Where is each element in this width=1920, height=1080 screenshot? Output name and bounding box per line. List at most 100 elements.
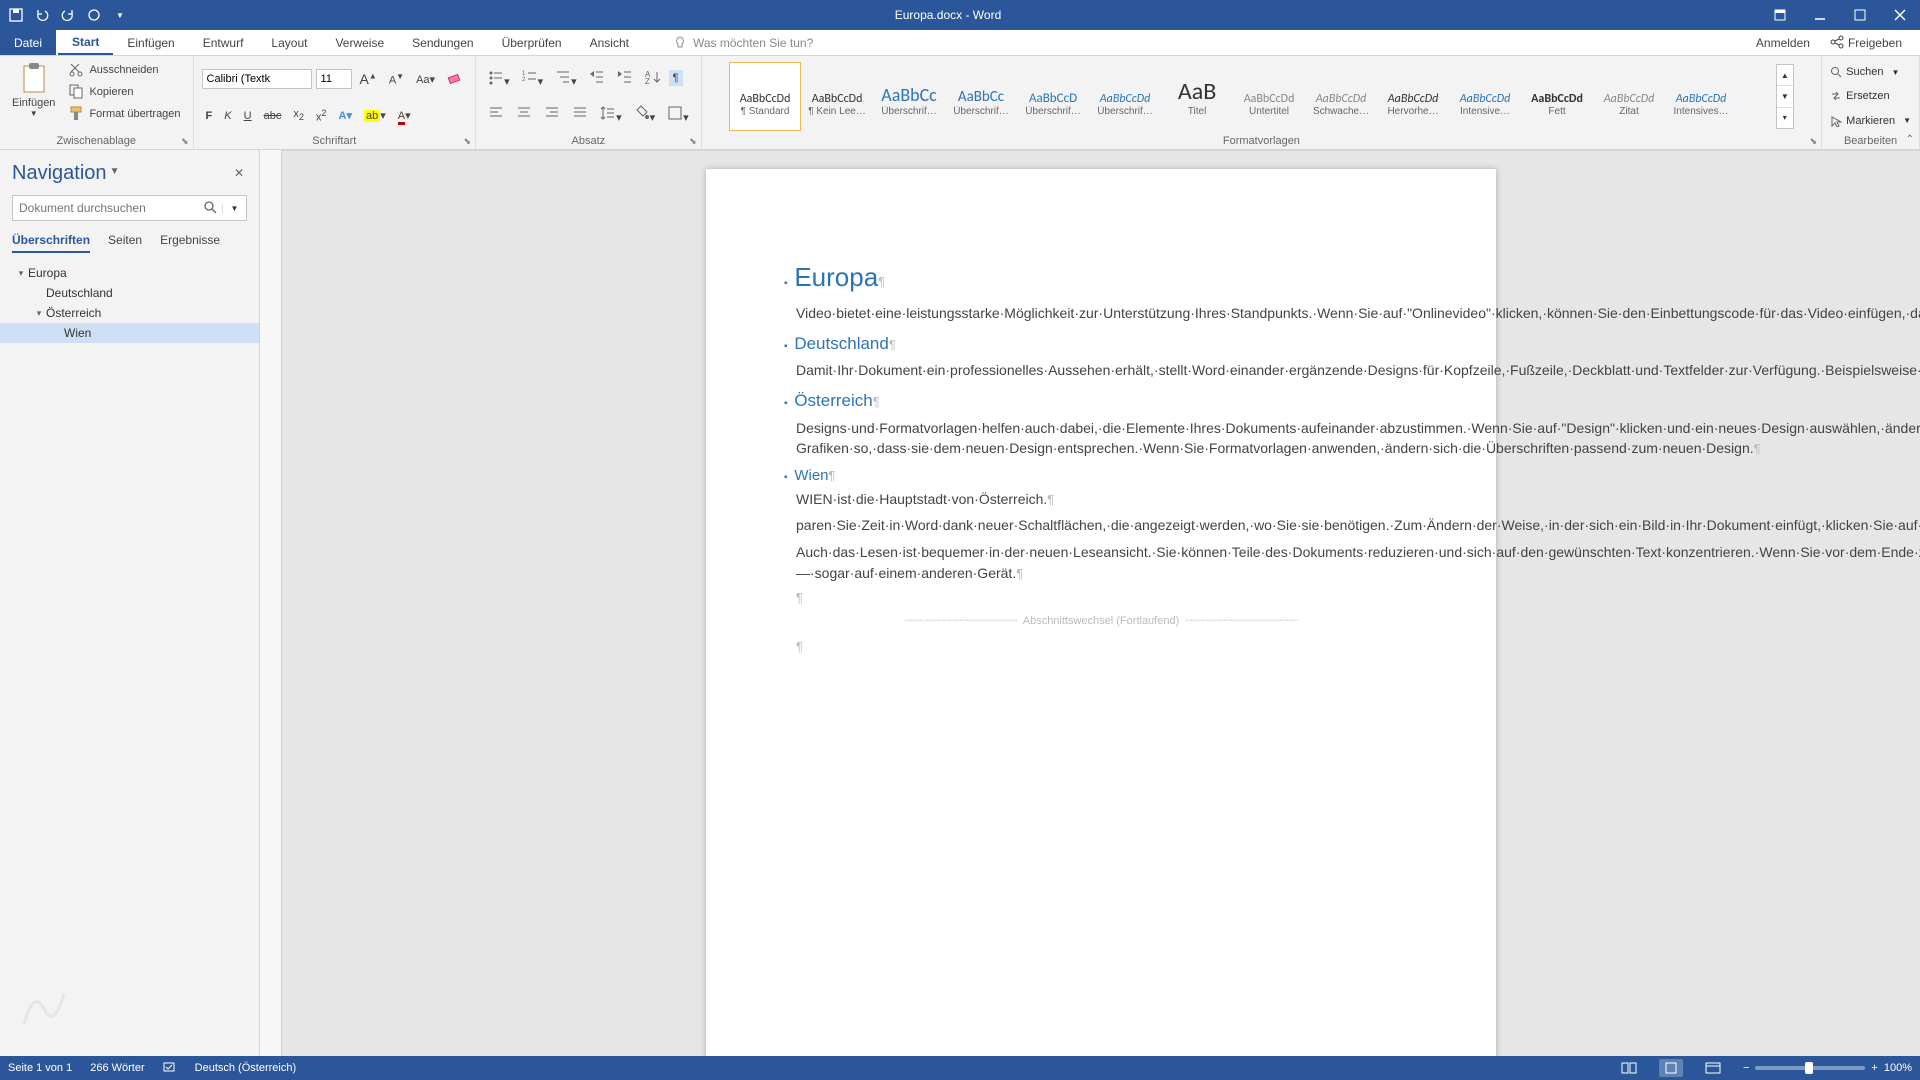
nav-tree-node[interactable]: Wien [0, 323, 259, 343]
status-words[interactable]: 266 Wörter [90, 1062, 144, 1074]
horizontal-ruler[interactable] [282, 150, 1920, 151]
zoom-out-button[interactable]: − [1743, 1062, 1749, 1074]
increase-indent-button[interactable] [613, 67, 637, 90]
zoom-level[interactable]: 100% [1884, 1062, 1912, 1074]
status-language[interactable]: Deutsch (Österreich) [195, 1062, 296, 1074]
clear-formatting-button[interactable] [443, 68, 467, 91]
style-item[interactable]: AaBbCcDdIntensive… [1449, 62, 1521, 131]
decrease-indent-button[interactable] [585, 67, 609, 90]
nav-tab-results[interactable]: Ergebnisse [160, 233, 220, 253]
style-item[interactable]: AaBTitel [1161, 62, 1233, 131]
align-right-button[interactable] [540, 103, 564, 126]
maximize-button[interactable] [1840, 0, 1880, 30]
navigation-search-input[interactable] [13, 201, 198, 215]
style-item[interactable]: AaBbCcDdHervorhe… [1377, 62, 1449, 131]
share-button[interactable]: Freigeben [1830, 35, 1902, 50]
gallery-down-button[interactable]: ▼ [1777, 86, 1793, 107]
nav-tree-node[interactable]: ▾Europa [0, 263, 259, 283]
align-center-button[interactable] [512, 103, 536, 126]
align-left-button[interactable] [484, 103, 508, 126]
highlight-button[interactable]: ab▾ [360, 107, 390, 124]
shrink-font-button[interactable]: A▼ [385, 70, 408, 89]
navigation-search-dropdown[interactable]: ▼ [222, 204, 246, 213]
status-spellcheck-icon[interactable] [163, 1060, 177, 1077]
styles-launcher[interactable]: ⬊ [1810, 136, 1818, 147]
strikethrough-button[interactable]: abc [260, 108, 286, 124]
format-painter-button[interactable]: Format übertragen [65, 104, 184, 124]
font-color-button[interactable]: A▾ [394, 107, 415, 124]
cut-button[interactable]: Ausschneiden [65, 60, 184, 80]
style-item[interactable]: AaBbCcDdSchwache… [1305, 62, 1377, 131]
navigation-close-button[interactable]: ✕ [231, 166, 247, 182]
style-item[interactable]: AaBbCcDdFett [1521, 62, 1593, 131]
nav-tab-pages[interactable]: Seiten [108, 233, 142, 253]
tab-mailings[interactable]: Sendungen [398, 30, 487, 55]
show-hide-button[interactable]: ¶ [669, 70, 683, 86]
superscript-button[interactable]: x2 [312, 106, 331, 126]
tab-insert[interactable]: Einfügen [113, 30, 188, 55]
qat-customize-dropdown[interactable]: ▼ [110, 5, 130, 25]
style-item[interactable]: AaBbCcDÜberschrif… [1017, 62, 1089, 131]
style-item[interactable]: AaBbCcDdZitat [1593, 62, 1665, 131]
clipboard-launcher[interactable]: ⬊ [181, 136, 189, 147]
collapse-ribbon-button[interactable]: ⌃ [1906, 134, 1914, 145]
multilevel-list-button[interactable]: ▾ [551, 67, 581, 90]
paragraph-launcher[interactable]: ⬊ [689, 136, 697, 147]
nav-tree-node[interactable]: ▾Österreich [0, 303, 259, 323]
line-spacing-button[interactable]: ▾ [596, 103, 626, 126]
borders-button[interactable]: ▾ [663, 103, 693, 126]
tab-references[interactable]: Verweise [321, 30, 398, 55]
subscript-button[interactable]: x2 [289, 106, 308, 124]
font-size-combo[interactable] [316, 69, 352, 89]
font-launcher[interactable]: ⬊ [464, 136, 472, 147]
tab-view[interactable]: Ansicht [576, 30, 643, 55]
replace-button[interactable]: Ersetzen [1830, 89, 1911, 103]
undo-button[interactable] [32, 5, 52, 25]
paste-button[interactable]: Einfügen ▼ [8, 60, 59, 133]
tab-layout[interactable]: Layout [257, 30, 321, 55]
change-case-button[interactable]: Aa▾ [412, 71, 439, 88]
document-page[interactable]: Europa¶ Video·bietet·eine·leistungsstark… [706, 169, 1496, 1056]
touch-mouse-mode-button[interactable] [84, 5, 104, 25]
minimize-button[interactable] [1800, 0, 1840, 30]
italic-button[interactable]: K [220, 108, 235, 124]
view-print-layout-button[interactable] [1659, 1059, 1683, 1077]
gallery-up-button[interactable]: ▲ [1777, 65, 1793, 86]
view-web-layout-button[interactable] [1701, 1059, 1725, 1077]
find-button[interactable]: Suchen▼ [1830, 65, 1911, 79]
tab-review[interactable]: Überprüfen [488, 30, 576, 55]
bold-button[interactable]: F [202, 108, 217, 124]
navigation-options-dropdown[interactable]: ▼ [107, 166, 123, 182]
vertical-ruler[interactable] [260, 150, 282, 1056]
navigation-search-button[interactable] [198, 200, 222, 217]
bullets-button[interactable]: ▾ [484, 67, 514, 90]
copy-button[interactable]: Kopieren [65, 82, 184, 102]
numbering-button[interactable]: 12▾ [518, 67, 548, 90]
zoom-in-button[interactable]: + [1871, 1062, 1877, 1074]
style-item[interactable]: AaBbCcÜberschrif… [873, 62, 945, 131]
style-item[interactable]: AaBbCcÜberschrif… [945, 62, 1017, 131]
style-item[interactable]: AaBbCcDd¶ Standard [729, 62, 801, 131]
tell-me-search[interactable]: Was möchten Sie tun? [673, 30, 813, 55]
nav-tree-node[interactable]: Deutschland [0, 283, 259, 303]
gallery-more-button[interactable]: ▾ [1777, 108, 1793, 128]
save-button[interactable] [6, 5, 26, 25]
select-button[interactable]: Markieren▼ [1830, 114, 1911, 128]
zoom-slider[interactable] [1755, 1066, 1865, 1070]
sort-button[interactable]: AZ [641, 67, 665, 90]
ribbon-display-options-button[interactable] [1760, 0, 1800, 30]
view-read-mode-button[interactable] [1617, 1059, 1641, 1077]
text-effects-button[interactable]: A▾ [335, 107, 356, 124]
shading-button[interactable]: ▾ [630, 103, 660, 126]
underline-button[interactable]: U [240, 108, 256, 124]
nav-tab-headings[interactable]: Überschriften [12, 233, 90, 253]
sign-in-link[interactable]: Anmelden [1756, 36, 1810, 50]
grow-font-button[interactable]: A▲ [356, 69, 381, 89]
font-name-combo[interactable] [202, 69, 312, 89]
style-item[interactable]: AaBbCcDd¶ Kein Lee… [801, 62, 873, 131]
status-page[interactable]: Seite 1 von 1 [8, 1062, 72, 1074]
tab-start[interactable]: Start [58, 30, 113, 55]
close-button[interactable] [1880, 0, 1920, 30]
tab-design[interactable]: Entwurf [189, 30, 258, 55]
style-item[interactable]: AaBbCcDdUntertitel [1233, 62, 1305, 131]
